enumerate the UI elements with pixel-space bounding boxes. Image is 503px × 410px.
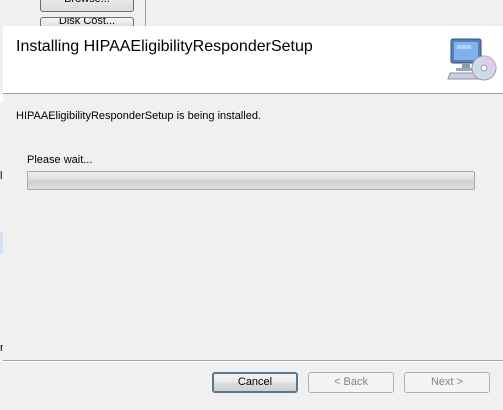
installer-dialog: Installing HIPAAEligibilityResponderSetu… [3,26,503,410]
install-progress-bar [27,171,475,190]
back-button[interactable]: < Back [308,372,394,393]
dialog-header: Installing HIPAAEligibilityResponderSetu… [3,26,503,94]
status-message: HIPAAEligibilityResponderSetup is being … [16,110,261,122]
page-title: Installing HIPAAEligibilityResponderSetu… [16,38,313,55]
computer-with-cd-icon [447,37,497,83]
next-button[interactable]: Next > [404,372,490,393]
background-browse-button[interactable]: Browse... [40,0,134,12]
cancel-button[interactable]: Cancel [212,372,298,393]
footer-divider [3,360,503,362]
please-wait-label: Please wait... [27,154,93,166]
